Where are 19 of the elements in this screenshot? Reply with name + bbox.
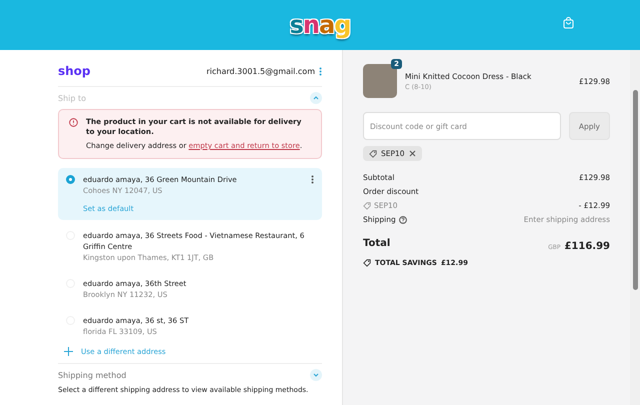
more-icon[interactable] [319,66,322,76]
brand-logo: shop [58,64,91,78]
total-label: Total [363,238,390,249]
close-icon[interactable] [408,150,416,157]
more-icon[interactable] [311,175,314,184]
tag-icon [369,150,377,158]
account-email: richard.3001.5@gmail.com [206,66,315,76]
chevron-icon[interactable] [310,92,322,104]
warning-icon [69,118,78,127]
chevron-icon[interactable] [310,369,322,381]
shopping-bag-icon[interactable] [563,17,574,29]
radio-button[interactable] [66,175,75,184]
section-label: Ship to [58,94,86,102]
tag-icon [363,202,371,210]
help-icon[interactable] [398,216,407,224]
plus-icon [64,347,73,356]
tags-icon [363,259,371,267]
total-amount: £116.99 [564,241,610,252]
section-label: Shipping method [58,370,126,380]
